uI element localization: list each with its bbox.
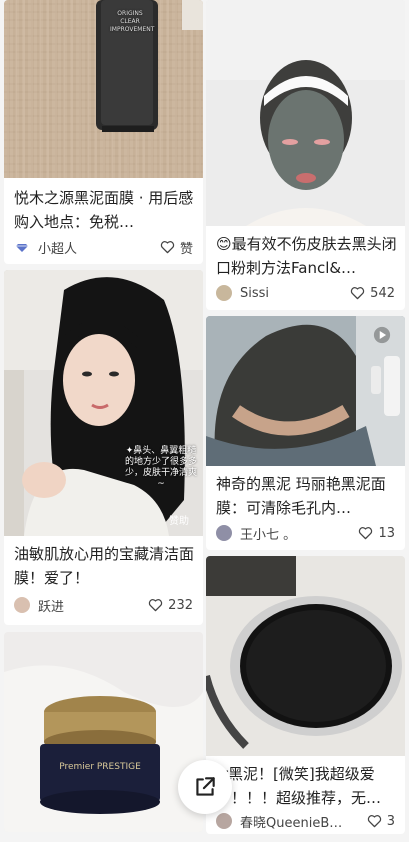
cover-illustration bbox=[4, 270, 203, 536]
author-name[interactable]: 小超人 bbox=[38, 238, 160, 257]
note-title[interactable]: 神奇的黑泥 玛丽艳黑泥面膜：可清除毛孔内… bbox=[216, 472, 397, 520]
heart-outline-icon bbox=[359, 527, 373, 540]
like-button[interactable]: 赞 bbox=[160, 238, 193, 257]
share-arrow-icon bbox=[196, 777, 215, 796]
note-meta: 春晓QueenieB… 3 bbox=[216, 810, 395, 832]
author-name[interactable]: Sissi bbox=[240, 286, 350, 301]
like-button[interactable]: 13 bbox=[358, 526, 395, 541]
note-meta: 小超人 赞 bbox=[14, 236, 193, 258]
heart-outline-icon bbox=[160, 241, 175, 254]
note-cover-image[interactable]: Premier PRESTIGE bbox=[4, 632, 203, 832]
heart-outline-icon bbox=[149, 599, 163, 612]
author-avatar[interactable] bbox=[14, 239, 30, 255]
like-count: 13 bbox=[378, 525, 395, 541]
notes-feed: ORIGINS CLEAR IMPROVEMENT 悦木之源黑泥面膜 · 用后感… bbox=[0, 0, 409, 842]
note-card[interactable]: 神奇的黑泥 玛丽艳黑泥面膜：可清除毛孔内… 王小七 。 13 bbox=[206, 316, 405, 550]
like-count: 3 bbox=[386, 813, 395, 829]
author-name[interactable]: 王小七 。 bbox=[240, 524, 358, 543]
like-button[interactable]: 232 bbox=[148, 598, 193, 613]
heart-outline-icon bbox=[367, 815, 381, 828]
note-meta: 王小七 。 13 bbox=[216, 522, 395, 544]
note-cover-image[interactable] bbox=[206, 556, 405, 756]
note-cover-image[interactable]: ✦鼻头、鼻翼粗糙的地方少了很多多少，皮肤干净清爽~ 赞助 bbox=[4, 270, 203, 536]
author-avatar[interactable] bbox=[216, 813, 232, 829]
like-count: 赞 bbox=[179, 241, 193, 257]
author-avatar[interactable] bbox=[14, 597, 30, 613]
note-cover-image[interactable] bbox=[206, 0, 405, 226]
note-cover-image[interactable]: ORIGINS CLEAR IMPROVEMENT bbox=[4, 0, 203, 178]
diamond-icon bbox=[16, 244, 28, 252]
note-title[interactable]: tr黑泥！[微笑]我超级爱了！！！超级推荐，无… bbox=[216, 762, 397, 810]
product-label: ORIGINS CLEAR IMPROVEMENT bbox=[110, 10, 155, 33]
heart-outline-icon bbox=[351, 287, 365, 300]
like-button[interactable]: 542 bbox=[350, 286, 395, 301]
author-avatar[interactable] bbox=[216, 525, 232, 541]
author-name[interactable]: 跃进 bbox=[38, 596, 148, 615]
cover-illustration bbox=[4, 0, 203, 178]
author-avatar[interactable] bbox=[216, 285, 232, 301]
sponsored-badge: 赞助 bbox=[169, 516, 189, 527]
product-label: Premier PRESTIGE bbox=[59, 762, 141, 772]
image-caption: ✦鼻头、鼻翼粗糙的地方少了很多多少，皮肤干净清爽~ bbox=[124, 446, 197, 489]
note-title[interactable]: 油敏肌放心用的宝藏清洁面膜！爱了！ bbox=[14, 542, 195, 590]
note-card[interactable]: Premier PRESTIGE bbox=[4, 632, 203, 832]
like-count: 232 bbox=[168, 597, 193, 613]
note-title[interactable]: 悦木之源黑泥面膜 · 用后感 购入地点：免税… bbox=[14, 186, 195, 234]
author-name[interactable]: 春晓QueenieB… bbox=[240, 812, 367, 831]
note-card[interactable]: ✦鼻头、鼻翼粗糙的地方少了很多多少，皮肤干净清爽~ 赞助 油敏肌放心用的宝藏清洁… bbox=[4, 270, 203, 625]
cover-illustration bbox=[206, 0, 405, 226]
cover-illustration bbox=[4, 632, 203, 832]
note-card[interactable]: tr黑泥！[微笑]我超级爱了！！！超级推荐，无… 春晓QueenieB… 3 bbox=[206, 556, 405, 834]
like-button[interactable]: 3 bbox=[367, 814, 395, 829]
note-card[interactable]: 😊最有效不伤皮肤去黑头闭口粉刺方法Fancl&… Sissi 542 bbox=[206, 0, 405, 310]
note-meta: Sissi 542 bbox=[216, 282, 395, 304]
share-button[interactable] bbox=[178, 760, 232, 814]
video-play-icon bbox=[373, 326, 391, 344]
cover-illustration bbox=[206, 556, 405, 756]
note-cover-image[interactable] bbox=[206, 316, 405, 466]
like-count: 542 bbox=[370, 285, 395, 301]
note-meta: 跃进 232 bbox=[14, 594, 193, 616]
note-title[interactable]: 😊最有效不伤皮肤去黑头闭口粉刺方法Fancl&… bbox=[216, 232, 397, 280]
note-card[interactable]: ORIGINS CLEAR IMPROVEMENT 悦木之源黑泥面膜 · 用后感… bbox=[4, 0, 203, 264]
